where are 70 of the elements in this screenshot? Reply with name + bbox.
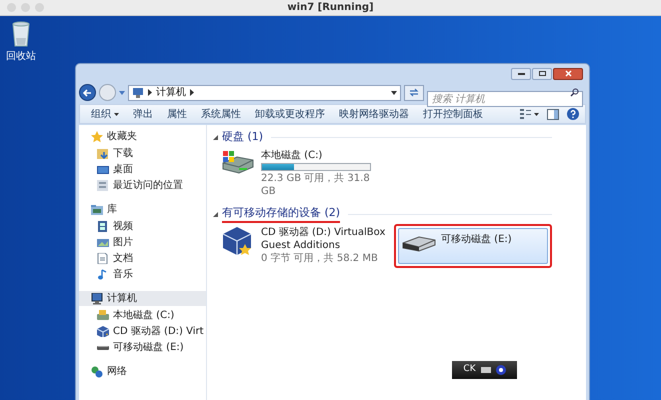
caret-icon <box>534 112 539 116</box>
monitor-icon <box>97 164 109 175</box>
drive-name: CD 驱动器 (D:) VirtualBox Guest Additions <box>261 226 386 252</box>
nav-item[interactable]: 文档 <box>79 252 206 265</box>
package-icon <box>97 326 109 337</box>
toolbar-button[interactable]: 打开控制面板 <box>418 106 488 122</box>
document-icon <box>97 253 109 264</box>
download-folder-icon <box>97 148 109 159</box>
drive-icon <box>97 310 109 321</box>
close-button[interactable] <box>553 68 583 80</box>
close-icon <box>564 70 572 77</box>
keyboard-icon <box>480 366 491 374</box>
breadcrumb-item[interactable]: 计算机 <box>156 85 186 100</box>
nav-group-item[interactable]: 收藏夹 <box>79 129 206 144</box>
toolbar-button[interactable]: 映射网络驱动器 <box>334 106 414 122</box>
preview-pane-icon[interactable] <box>547 108 559 120</box>
film-icon <box>97 221 109 232</box>
nav-item[interactable]: 音乐 <box>79 268 206 281</box>
section-heading[interactable]: 有可移动存储的设备 (2) <box>222 204 340 224</box>
chevron-icon[interactable] <box>190 89 194 96</box>
search-field[interactable]: 搜索 计算机 <box>427 91 583 107</box>
recent-places-icon <box>97 180 109 191</box>
collapse-arrow-icon[interactable] <box>213 212 218 216</box>
toolbar-button[interactable]: 弹出 <box>128 106 158 122</box>
caret-icon <box>114 112 119 116</box>
section-heading[interactable]: 硬盘 (1) <box>222 128 264 146</box>
nav-group-item[interactable]: 库 <box>79 202 206 217</box>
nav-item[interactable]: 下载 <box>79 147 206 160</box>
drive-detail: 0 字节 可用，共 58.2 MB <box>261 252 379 265</box>
search-icon <box>570 88 579 96</box>
drive-detail: 22.3 GB 可用，共 31.8 GB <box>261 172 371 198</box>
drive-name: 可移动磁盘 (E:) <box>441 233 512 246</box>
view-icon <box>520 109 531 119</box>
minimize-button[interactable] <box>511 68 531 80</box>
view-options-button[interactable] <box>520 109 539 119</box>
drive-tile[interactable]: 本地磁盘 (C:) 22.3 GB 可用，共 31.8 GB <box>221 149 386 198</box>
maximize-button[interactable] <box>532 68 552 80</box>
nav-item[interactable]: 图片 <box>79 236 206 249</box>
music-note-icon <box>97 269 109 280</box>
back-button[interactable] <box>79 84 96 101</box>
nav-item[interactable]: 可移动磁盘 (E:) <box>79 341 206 354</box>
refresh-icon <box>409 88 419 97</box>
picture-icon <box>97 237 109 248</box>
nav-item[interactable]: CD 驱动器 (D:) Virt <box>79 325 206 338</box>
nav-group-item[interactable]: 网络 <box>79 364 206 379</box>
keyboard-indicator: CK <box>463 363 476 376</box>
computer-icon <box>132 88 144 98</box>
nav-item[interactable]: 最近访问的位置 <box>79 179 206 192</box>
star-icon <box>91 130 103 142</box>
toolbar-button[interactable]: 卸载或更改程序 <box>250 106 330 122</box>
refresh-button[interactable] <box>404 84 424 100</box>
collapse-arrow-icon[interactable] <box>213 134 218 140</box>
window-title: win7 [Running] <box>287 1 374 15</box>
computer-icon <box>91 292 103 304</box>
nav-item[interactable]: 视频 <box>79 220 206 233</box>
dropdown-icon[interactable] <box>391 90 397 94</box>
nav-item[interactable]: 本地磁盘 (C:) <box>79 309 206 322</box>
back-arrow-icon <box>83 88 92 96</box>
drive-tile[interactable]: CD 驱动器 (D:) VirtualBox Guest Additions 0 字节 可用，共 58.2 MB <box>221 226 386 265</box>
nav-item[interactable]: 桌面 <box>79 163 206 176</box>
toolbar-button[interactable]: 属性 <box>162 106 192 122</box>
drive-name: 本地磁盘 (C:) <box>261 149 324 162</box>
nav-group-item[interactable]: 计算机 <box>79 291 206 306</box>
organize-menu[interactable]: 组织 <box>86 106 124 122</box>
chevron-icon[interactable] <box>148 89 152 96</box>
folder-icon <box>91 204 103 216</box>
drive-tile[interactable]: 可移动磁盘 (E:) <box>398 228 548 264</box>
toolbar-button[interactable]: 系统属性 <box>196 106 246 122</box>
desktop-icon-label[interactable]: 回收站 <box>6 49 36 64</box>
address-bar[interactable]: 计算机 <box>128 84 401 100</box>
